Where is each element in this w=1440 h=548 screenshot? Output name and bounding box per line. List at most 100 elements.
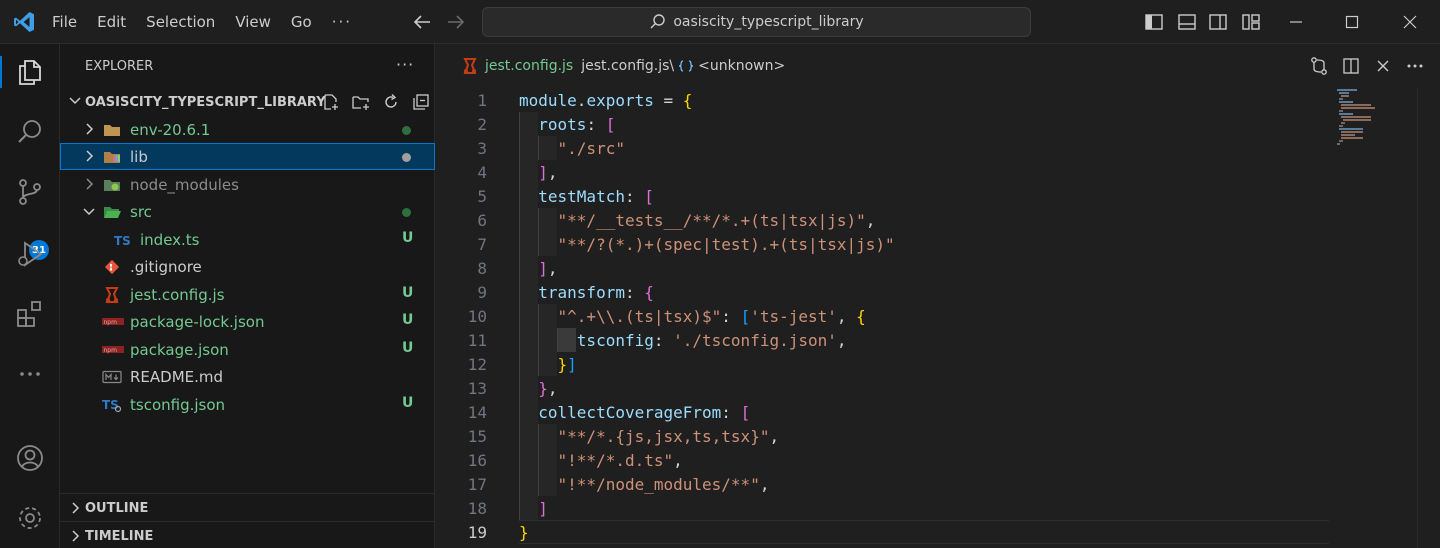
menu-view[interactable]: View (235, 13, 271, 31)
minimap[interactable] (1335, 88, 1405, 148)
chevron-right-icon (86, 178, 94, 190)
tree-item-package-json[interactable]: npm package.json U (60, 336, 435, 363)
menu-selection[interactable]: Selection (146, 13, 215, 31)
manage-button[interactable] (14, 502, 46, 534)
code-line: 15 "**/*.{js,jsx,ts,tsx}", (435, 424, 1335, 448)
jest-file-icon (463, 58, 477, 74)
code-text: roots: [ (538, 115, 616, 134)
workspace-root[interactable]: OASISCITY_TYPESCRIPT_LIBRARY (60, 88, 435, 116)
new-folder-button[interactable] (346, 92, 376, 112)
refresh-explorer-button[interactable] (376, 92, 406, 112)
accounts-button[interactable] (14, 442, 46, 474)
line-number: 8 (477, 259, 487, 278)
npm-file-icon: npm (102, 313, 124, 331)
tree-item-lib[interactable]: lib (60, 143, 435, 170)
chevron-down-icon (83, 208, 95, 216)
extensions-button[interactable] (14, 298, 46, 330)
vertical-scrollbar[interactable] (1417, 88, 1418, 548)
breadcrumb-symbol[interactable]: <unknown> (698, 58, 785, 74)
code-line: 10 "^.+\\.(ts|tsx)$": ['ts-jest', { (435, 304, 1335, 328)
chevron-down-icon (69, 97, 81, 105)
line-number: 2 (477, 115, 487, 134)
split-editor-icon (1343, 58, 1359, 74)
timeline-panel-header[interactable]: TIMELINE (60, 521, 435, 548)
chevron-right-icon (72, 502, 80, 514)
source-control-button[interactable] (14, 176, 46, 208)
untracked-status: U (402, 230, 414, 246)
tree-item-label: src (130, 203, 152, 221)
tree-item-index-ts[interactable]: TS index.ts U (60, 226, 435, 253)
tree-item-env[interactable]: env-20.6.1 (60, 116, 435, 143)
breadcrumb-file[interactable]: jest.config.js (485, 58, 573, 74)
workspace-root-label: OASISCITY_TYPESCRIPT_LIBRARY (85, 94, 326, 110)
folder-src-open-icon (103, 203, 121, 221)
folder-lib-icon (103, 148, 121, 166)
typescript-file-icon: TS (114, 231, 134, 249)
code-line: 17 "!**/node_modules/**", (435, 472, 1335, 496)
toggle-secondary-sidebar-icon[interactable] (1207, 11, 1229, 33)
chevron-right-icon (86, 150, 94, 162)
run-debug-button[interactable] (14, 238, 46, 270)
collapse-folders-button[interactable] (406, 92, 436, 112)
code-line: 7 "**/?(*.)+(spec|test).+(ts|tsx|js)" (435, 232, 1335, 256)
line-number: 5 (477, 187, 487, 206)
code-text: }] (557, 355, 577, 374)
menu-more-button[interactable]: ··· (332, 13, 352, 31)
code-text: } (519, 523, 529, 542)
customize-layout-icon[interactable] (1240, 11, 1262, 33)
code-line: 2 roots: [ (435, 112, 1335, 136)
minimize-button[interactable] (1284, 10, 1308, 34)
tree-item-label: package.json (130, 341, 229, 359)
menu-bar: File Edit Selection View Go ··· (52, 0, 372, 44)
close-editor-button[interactable] (1367, 56, 1399, 76)
new-file-button[interactable] (316, 92, 346, 112)
toggle-panel-icon[interactable] (1176, 11, 1198, 33)
menu-file[interactable]: File (52, 13, 77, 31)
split-editor-button[interactable] (1335, 56, 1367, 76)
explorer-more-button[interactable]: ··· (396, 55, 414, 74)
line-number: 4 (477, 163, 487, 182)
code-line: 6 "**/__tests__/**/*.+(ts|tsx|js)", (435, 208, 1335, 232)
breadcrumb-path[interactable]: jest.config.js\ (581, 58, 674, 74)
menu-go[interactable]: Go (291, 13, 312, 31)
tsconfig-file-icon: TS (102, 396, 122, 414)
tree-item-src[interactable]: src (60, 198, 435, 225)
code-line: 14 collectCoverageFrom: [ (435, 400, 1335, 424)
back-arrow-icon[interactable] (412, 13, 432, 31)
close-icon (1403, 15, 1417, 29)
menu-edit[interactable]: Edit (97, 13, 126, 31)
command-center-search[interactable]: oasiscity_typescript_library (482, 7, 1031, 37)
explorer-button[interactable] (14, 56, 46, 88)
open-changes-button[interactable] (1303, 56, 1335, 76)
toggle-primary-sidebar-icon[interactable] (1143, 11, 1165, 33)
folder-node-icon (103, 176, 121, 194)
more-views-button[interactable] (14, 358, 46, 390)
modified-dot (402, 153, 411, 162)
search-view-button[interactable] (14, 116, 46, 148)
tree-item-tsconfig[interactable]: TS tsconfig.json U (60, 391, 435, 418)
line-number: 13 (467, 379, 487, 398)
tree-item-readme[interactable]: README.md (60, 363, 435, 390)
close-window-button[interactable] (1398, 10, 1422, 34)
tree-item-gitignore[interactable]: .gitignore (60, 253, 435, 280)
editor-more-actions-button[interactable] (1399, 56, 1431, 76)
code-text: testMatch: [ (538, 187, 654, 206)
tree-item-node-modules[interactable]: node_modules (60, 171, 435, 198)
line-number: 14 (467, 403, 487, 422)
code-text: module.exports = { (519, 91, 693, 110)
code-text: transform: { (538, 283, 654, 302)
forward-arrow-icon[interactable] (446, 13, 466, 31)
new-folder-icon (352, 96, 369, 110)
code-line: 9 transform: { (435, 280, 1335, 304)
outline-panel-header[interactable]: OUTLINE (60, 493, 435, 521)
maximize-button[interactable] (1340, 10, 1364, 34)
collapse-all-icon (413, 94, 429, 110)
tree-item-label: tsconfig.json (130, 396, 226, 414)
tree-item-package-lock[interactable]: npm package-lock.json U (60, 308, 435, 335)
code-text: ] (538, 499, 548, 518)
title-bar: File Edit Selection View Go ··· oasiscit… (0, 0, 1440, 44)
tree-item-jest-config[interactable]: jest.config.js U (60, 281, 435, 308)
code-line-current: 19 } (435, 520, 1335, 544)
modified-dot (402, 208, 411, 217)
code-text: "^.+\\.(ts|tsx)$": ['ts-jest', { (557, 307, 866, 326)
